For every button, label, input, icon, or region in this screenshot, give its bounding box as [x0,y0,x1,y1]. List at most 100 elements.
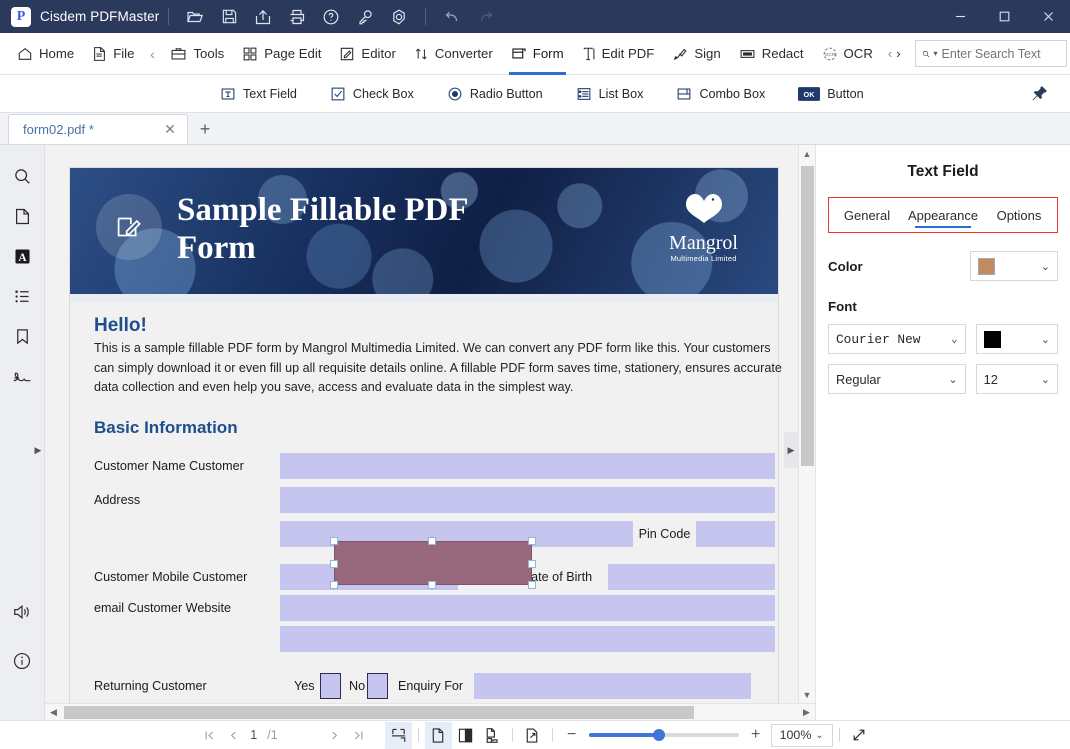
rail-search-icon[interactable] [5,159,39,193]
ribbon-pager[interactable]: ‹ › [882,33,907,75]
checkbox-no[interactable] [367,672,388,699]
chevron-down-icon[interactable]: ⌄ [1041,260,1050,273]
ribbon-pager-prev[interactable]: ‹ [886,46,894,61]
zoom-slider-knob[interactable] [652,729,665,741]
pin-icon[interactable] [1020,75,1058,113]
maximize-button[interactable] [982,0,1026,33]
save-icon[interactable] [215,3,243,31]
tool-combo-box[interactable]: Combo Box [676,86,765,102]
current-page-value[interactable]: 1 [245,728,262,742]
ribbon-item-home[interactable]: Home [8,33,83,75]
resize-handle-se[interactable] [528,581,536,589]
tool-text-field[interactable]: Text Field [220,86,297,102]
resize-handle-w[interactable] [330,560,338,568]
first-page-button[interactable] [197,723,221,747]
chevron-down-icon[interactable]: ▾ [934,49,938,58]
scroll-down-button[interactable]: ▼ [799,686,816,703]
field-date-of-birth[interactable] [608,563,775,590]
vertical-scroll-track[interactable] [799,162,816,686]
ribbon-item-page-edit[interactable]: Page Edit [233,33,330,75]
ribbon-item-converter[interactable]: Converter [405,33,502,75]
tool-check-box[interactable]: Check Box [330,86,414,102]
minimize-button[interactable] [938,0,982,33]
resize-handle-s[interactable] [428,581,436,589]
ribbon-item-editor[interactable]: Editor [330,33,404,75]
field-enquiry-for[interactable] [474,672,751,699]
next-page-button[interactable] [323,723,347,747]
last-page-button[interactable] [347,723,371,747]
scroll-right-button[interactable]: ▶ [798,704,815,721]
print-icon[interactable] [283,3,311,31]
single-page-icon[interactable] [424,721,452,749]
selected-text-field[interactable] [330,537,536,589]
tab-options[interactable]: Options [981,198,1057,232]
rotate-icon[interactable] [519,722,546,749]
close-button[interactable] [1026,0,1070,33]
ribbon-pager-next[interactable]: › [894,46,902,61]
scroll-left-button[interactable]: ◀ [45,704,62,721]
ribbon-prev-arrow[interactable]: ‹ [143,33,161,75]
ribbon-item-tools[interactable]: Tools [161,33,233,75]
rail-page-thumbnail-icon[interactable] [5,199,39,233]
tab-appearance[interactable]: Appearance [905,198,981,232]
prev-page-button[interactable] [221,723,245,747]
rail-annotation-a-icon[interactable]: A [5,239,39,273]
resize-handle-nw[interactable] [330,537,338,545]
tool-button[interactable]: OK Button [798,87,864,101]
open-folder-icon[interactable] [181,3,209,31]
resize-handle-sw[interactable] [330,581,338,589]
multi-page-icon[interactable] [479,722,506,749]
ribbon-item-file[interactable]: File [83,33,143,75]
rail-expand-toggle[interactable]: ▶ [32,432,44,468]
field-email[interactable] [280,594,775,621]
undo-icon[interactable] [438,3,466,31]
document-tab[interactable]: form02.pdf * ✕ [8,114,188,144]
fullscreen-icon[interactable] [846,722,873,749]
checkbox-yes[interactable] [320,672,341,699]
resize-handle-n[interactable] [428,537,436,545]
close-icon[interactable]: ✕ [161,121,179,138]
ribbon-item-edit-pdf[interactable]: Edit PDF [573,33,664,75]
field-customer-name[interactable] [280,452,775,479]
chevron-down-icon[interactable]: ⌄ [1041,333,1050,346]
ribbon-item-redact[interactable]: Redact [730,33,813,75]
font-color-select[interactable]: ⌄ [975,324,1058,354]
help-icon[interactable] [317,3,345,31]
field-website[interactable] [280,625,775,652]
search-input[interactable] [941,46,1060,61]
field-pin-code[interactable] [696,520,775,547]
settings-icon[interactable] [385,3,413,31]
ribbon-item-sign[interactable]: Sign [663,33,729,75]
chevron-down-icon[interactable]: ⌄ [1041,373,1050,386]
panel-collapse-toggle[interactable]: ▶ [784,432,798,468]
zoom-out-button[interactable]: − [563,726,581,744]
color-select[interactable]: ⌄ [970,251,1058,281]
fit-page-icon[interactable] [384,721,412,749]
search-box[interactable]: ▾ [914,40,1067,67]
font-size-select[interactable]: 12 ⌄ [975,364,1058,394]
chevron-down-icon[interactable]: ⌄ [948,373,957,386]
new-tab-button[interactable]: + [188,114,222,144]
tool-radio-button[interactable]: Radio Button [447,86,543,102]
tab-general[interactable]: General [829,198,905,232]
font-style-select[interactable]: Regular ⌄ [828,364,966,394]
horizontal-scrollbar[interactable]: ◀ ▶ [45,703,815,720]
rail-sound-icon[interactable] [5,595,39,629]
zoom-in-button[interactable]: + [747,726,765,744]
field-address[interactable] [280,486,775,513]
rail-info-icon[interactable] [5,644,39,678]
chevron-down-icon[interactable]: ⌄ [951,332,958,346]
redo-icon[interactable] [472,3,500,31]
share-icon[interactable] [249,3,277,31]
tool-list-box[interactable]: List Box [576,86,643,102]
rail-signature-icon[interactable] [5,359,39,393]
two-page-icon[interactable] [452,722,479,749]
vertical-scroll-thumb[interactable] [800,166,814,466]
chevron-down-icon[interactable]: ⌄ [815,730,823,741]
resize-handle-e[interactable] [528,560,536,568]
font-family-select[interactable]: Courier New ⌄ [828,324,966,354]
vertical-scrollbar[interactable]: ▲ ▼ [798,145,815,703]
rail-bookmark-icon[interactable] [5,319,39,353]
ribbon-item-form[interactable]: Form [502,33,573,75]
zoom-slider[interactable] [588,729,739,741]
